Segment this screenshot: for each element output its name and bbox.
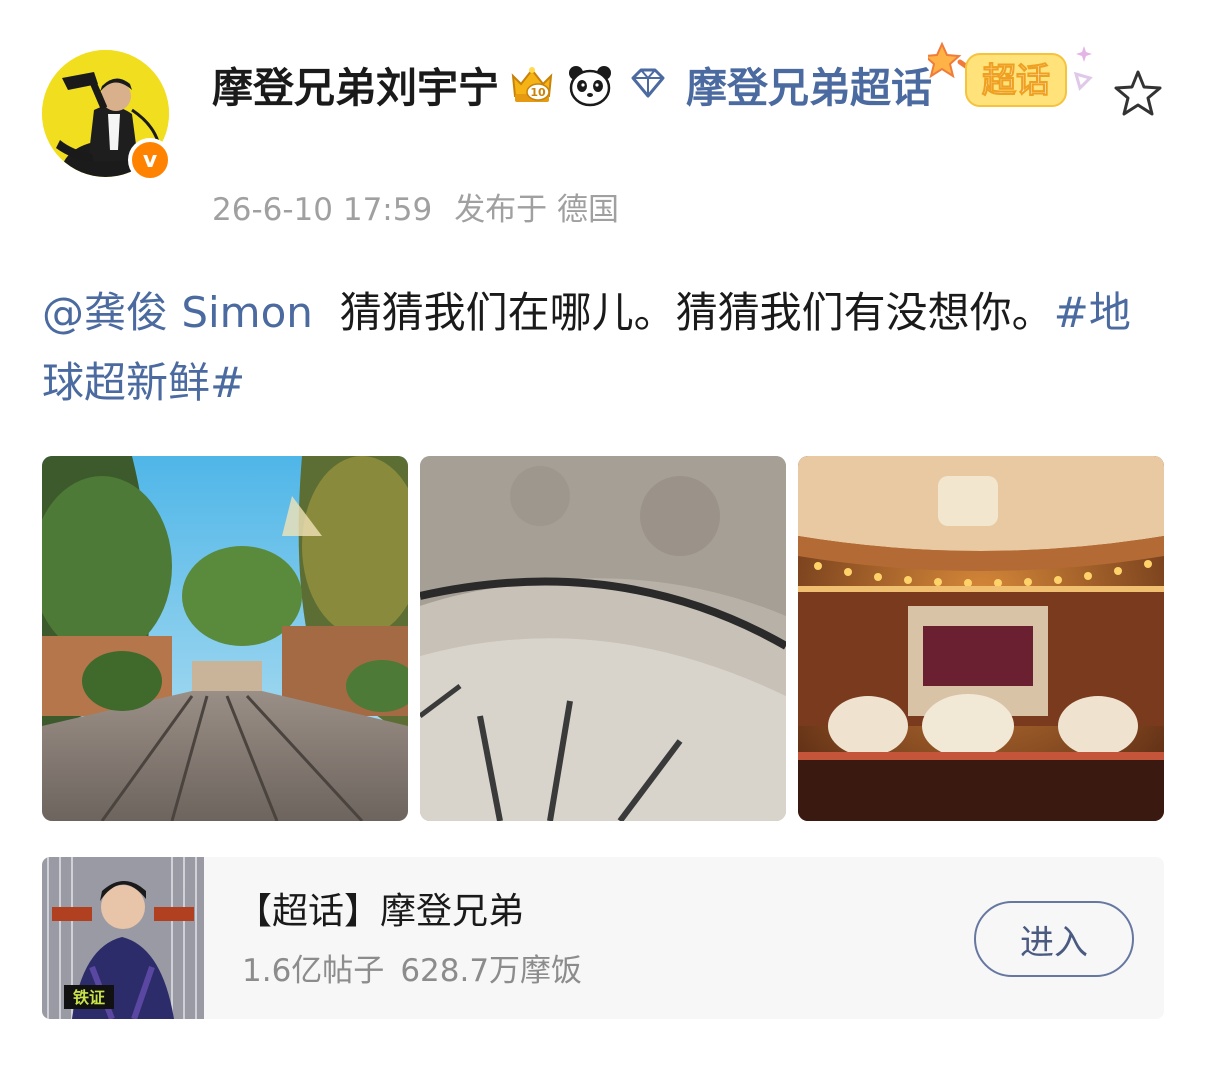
star-icon[interactable] [1112, 68, 1164, 120]
diamond-icon[interactable] [623, 62, 673, 108]
supertopic-cover-image: 铁证 [42, 857, 204, 1019]
post-header: 摩登兄弟刘宇宁 10 摩登兄弟超话 [212, 56, 942, 120]
mention-link[interactable]: @龚俊 Simon [42, 288, 313, 337]
supertopic-card[interactable]: 铁证 【超话】摩登兄弟 1.6亿帖子 628.7万摩饭 进入 [42, 857, 1164, 1019]
posts-count: 1.6亿帖子 [242, 953, 385, 989]
post-text: 猜猜我们在哪儿。猜猜我们有没想你。 [339, 288, 1054, 337]
timestamp: 26-6-10 17:59 [212, 192, 433, 228]
photo-grid [42, 456, 1164, 821]
panda-icon[interactable] [565, 62, 615, 108]
verified-mark: v [142, 147, 158, 173]
username[interactable]: 摩登兄弟刘宇宁 [212, 64, 499, 112]
stone-stair-photo[interactable] [420, 456, 786, 821]
svg-text:10: 10 [530, 86, 546, 99]
supertopic-stats: 1.6亿帖子 628.7万摩饭 [242, 949, 582, 993]
post-meta: 26-6-10 17:59 发布于 德国 [212, 188, 619, 232]
weibo-post: v 摩登兄弟刘宇宁 10 摩登兄弟超话 超话 26-6-10 17:59 发布于… [0, 0, 1206, 1073]
supertopic-sticker-icon[interactable]: 超话 [928, 40, 1098, 116]
location: 发布于 德国 [454, 192, 620, 228]
enter-button[interactable]: 进入 [974, 901, 1134, 977]
supertopic-title: 【超话】摩登兄弟 [236, 891, 525, 932]
fans-count: 628.7万摩饭 [400, 953, 583, 989]
supertopic-sticker-text: 超话 [982, 61, 1050, 101]
supertopic-link[interactable]: 摩登兄弟超话 [686, 64, 932, 112]
carousel-photo[interactable] [798, 456, 1164, 821]
crown-10-icon[interactable]: 10 [507, 62, 557, 108]
cobblestone-street-photo[interactable] [42, 456, 408, 821]
post-body: @龚俊 Simon 猜猜我们在哪儿。猜猜我们有没想你。#地球超新鲜# [42, 278, 1152, 418]
verified-badge-icon: v [128, 138, 172, 182]
svg-text:铁证: 铁证 [73, 988, 105, 1007]
